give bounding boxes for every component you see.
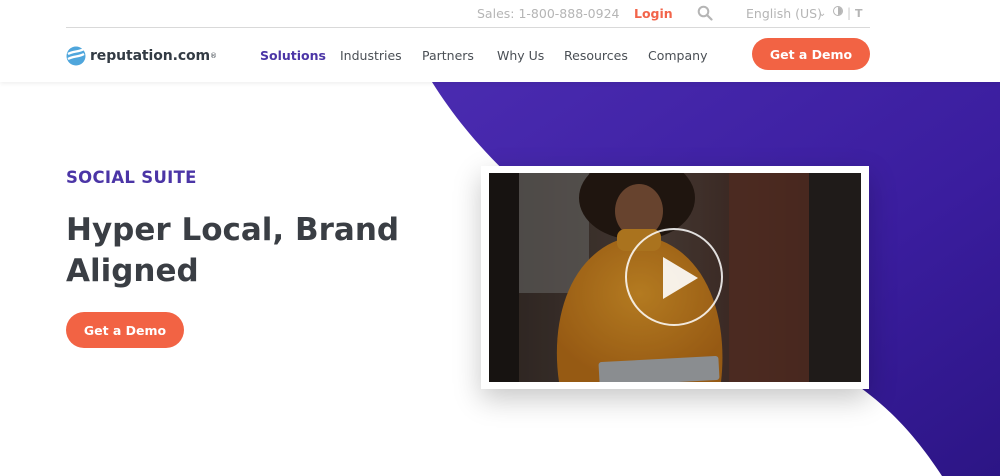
logo-registered: ® <box>210 52 218 60</box>
sales-phone[interactable]: Sales: 1-800-888-0924 <box>477 6 619 22</box>
nav-item-company[interactable]: Company <box>648 47 707 65</box>
site-logo[interactable]: reputation.com ® <box>66 45 217 67</box>
utility-bar: Sales: 1-800-888-0924 Login English (US)… <box>66 0 870 28</box>
play-triangle <box>663 257 698 299</box>
text-size-icon[interactable]: T <box>855 6 863 22</box>
utility-separator: | <box>847 6 852 20</box>
site-header: Sales: 1-800-888-0924 Login English (US)… <box>0 0 1000 82</box>
login-link[interactable]: Login <box>634 6 673 22</box>
contrast-icon[interactable] <box>833 6 843 16</box>
nav-item-partners[interactable]: Partners <box>422 47 474 65</box>
nav-item-why-us[interactable]: Why Us <box>497 47 544 65</box>
logo-text: reputation.com <box>90 48 211 64</box>
chevron-down-icon[interactable]: ⌄ <box>818 6 826 22</box>
language-selector[interactable]: English (US) <box>746 6 822 22</box>
search-icon[interactable] <box>697 5 713 21</box>
video-thumbnail[interactable] <box>489 173 861 382</box>
play-icon[interactable] <box>625 228 723 326</box>
header-get-demo-button[interactable]: Get a Demo <box>752 38 870 70</box>
video-card <box>481 166 869 389</box>
logo-mark-icon <box>66 46 86 66</box>
nav-item-solutions[interactable]: Solutions <box>260 47 326 65</box>
nav-item-resources[interactable]: Resources <box>564 47 628 65</box>
hero-eyebrow: SOCIAL SUITE <box>66 168 197 187</box>
page: Sales: 1-800-888-0924 Login English (US)… <box>0 0 1000 476</box>
hero-get-demo-button[interactable]: Get a Demo <box>66 312 184 348</box>
hero-headline: Hyper Local, Brand Aligned <box>66 212 400 289</box>
nav-item-industries[interactable]: Industries <box>340 47 402 65</box>
